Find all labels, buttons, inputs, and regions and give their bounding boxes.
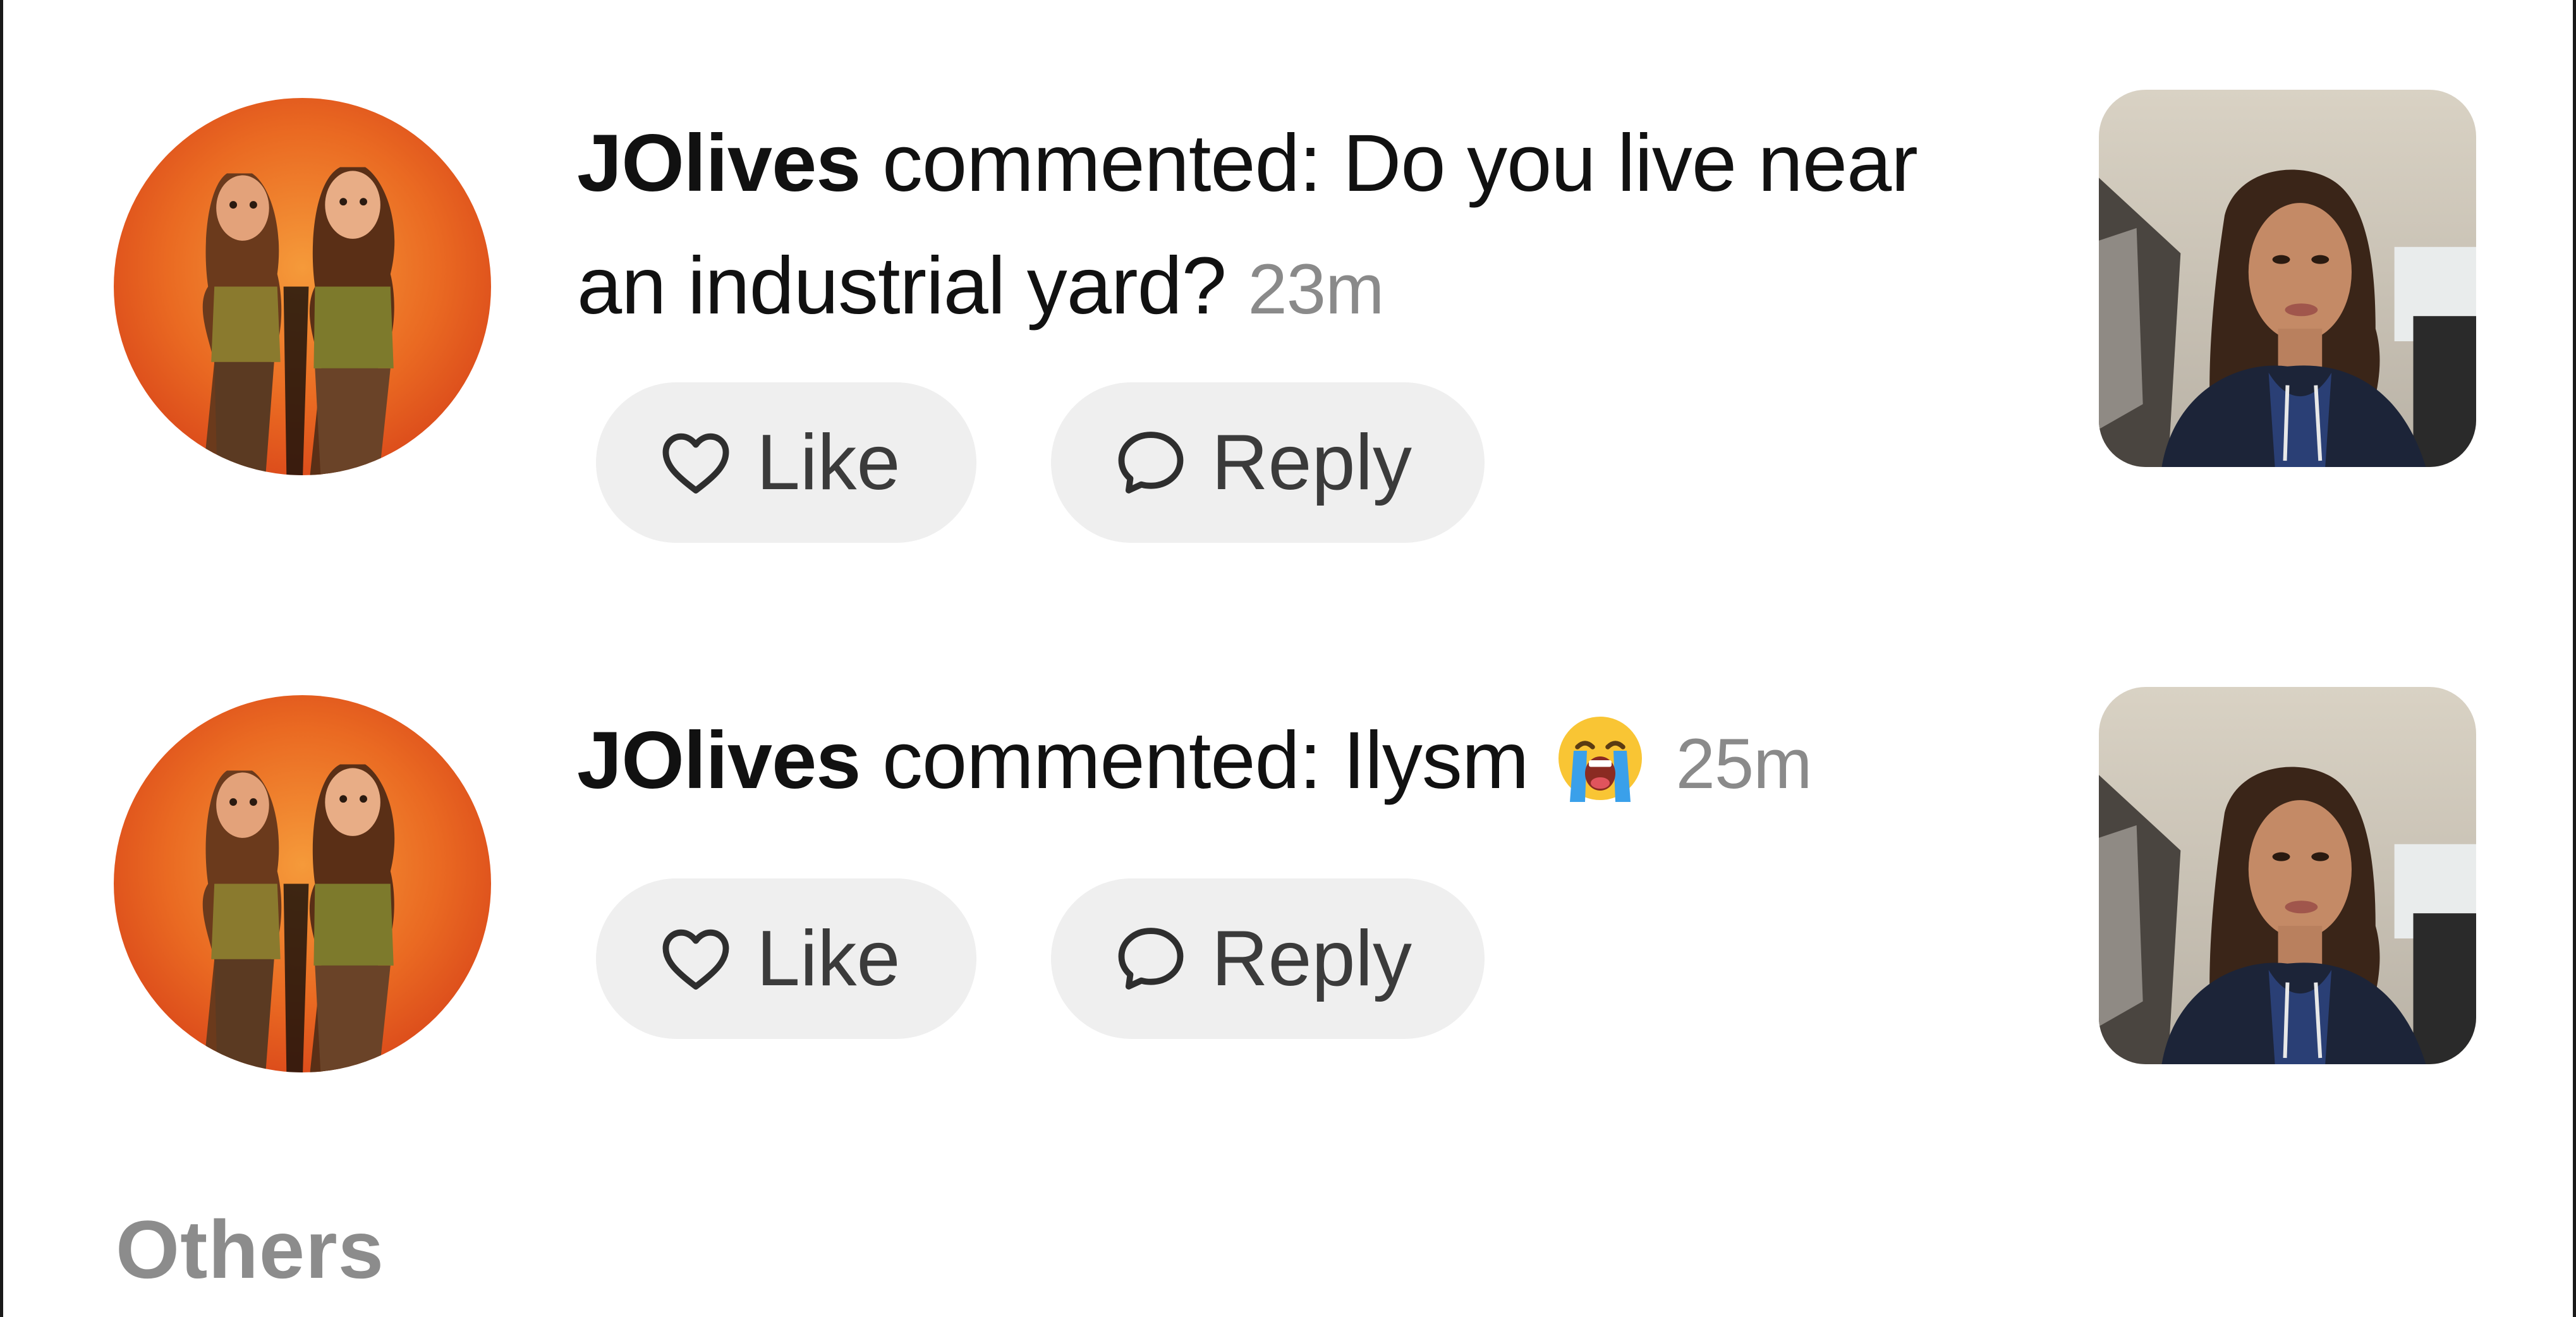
comment-actions: Like Reply bbox=[596, 382, 1485, 543]
loudly-crying-face-emoji-icon bbox=[1553, 711, 1648, 806]
comment-text: JOlives commented: Ilysm 25m bbox=[577, 700, 1999, 825]
reply-label: Reply bbox=[1212, 419, 1413, 506]
reply-button[interactable]: Reply bbox=[1051, 878, 1485, 1039]
reply-label: Reply bbox=[1212, 915, 1413, 1002]
speech-bubble-icon bbox=[1112, 423, 1190, 502]
like-label: Like bbox=[756, 419, 901, 506]
notification-row[interactable]: JOlives commented: Do you live near an i… bbox=[3, 88, 2576, 543]
action-text: commented: bbox=[860, 118, 1343, 209]
avatar-cartoon-two-women-icon[interactable] bbox=[114, 695, 491, 1072]
like-label: Like bbox=[756, 915, 901, 1002]
notification-list: JOlives commented: Do you live near an i… bbox=[0, 0, 2576, 1317]
username[interactable]: JOlives bbox=[577, 118, 861, 209]
heart-icon bbox=[657, 919, 735, 998]
notification-row[interactable]: JOlives commented: Ilysm 25m Like Reply bbox=[3, 686, 2576, 1077]
like-button[interactable]: Like bbox=[596, 382, 976, 543]
comment-text: JOlives commented: Do you live near an i… bbox=[577, 102, 1999, 351]
speech-bubble-icon bbox=[1112, 919, 1190, 998]
video-thumbnail-woman-in-car-icon[interactable] bbox=[2099, 687, 2476, 1064]
timestamp: 23m bbox=[1248, 250, 1385, 329]
action-text: commented: bbox=[860, 715, 1343, 806]
avatar-cartoon-two-women-icon[interactable] bbox=[114, 98, 491, 475]
comment-body: Ilysm bbox=[1342, 715, 1529, 806]
timestamp: 25m bbox=[1675, 724, 1813, 803]
reply-button[interactable]: Reply bbox=[1051, 382, 1485, 543]
comment-actions: Like Reply bbox=[596, 878, 1485, 1039]
section-title-others: Others bbox=[116, 1203, 385, 1296]
like-button[interactable]: Like bbox=[596, 878, 976, 1039]
video-thumbnail-woman-in-car-icon[interactable] bbox=[2099, 90, 2476, 467]
username[interactable]: JOlives bbox=[577, 715, 861, 806]
heart-icon bbox=[657, 423, 735, 502]
